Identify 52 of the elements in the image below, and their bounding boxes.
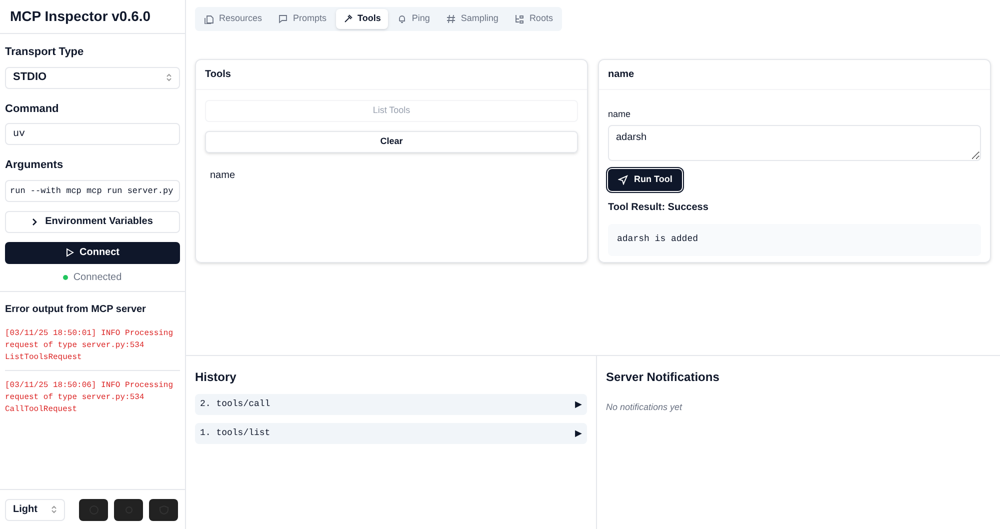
icon-button[interactable] — [114, 498, 143, 520]
connect-button[interactable]: Connect — [5, 242, 180, 264]
log-entry: [03/11/25 18:50:06] INFO Processing request of type server.py:534 CallToolRequest — [5, 380, 174, 416]
connection-status: Connected — [73, 270, 122, 284]
bell-icon — [396, 14, 407, 24]
transport-select[interactable]: STDIO — [5, 66, 180, 88]
field-label: Arguments — [5, 158, 64, 173]
tab[interactable]: Sampling — [438, 9, 506, 29]
field-label: name — [608, 108, 631, 121]
arguments-field[interactable]: run --with mcp mcp run server.py — [5, 180, 180, 202]
tab[interactable]: Tools — [336, 9, 388, 29]
updown-icon — [51, 505, 57, 514]
section-title: Error output from MCP server — [5, 302, 147, 316]
copy-icon — [204, 14, 214, 24]
tab[interactable]: Prompts — [271, 9, 334, 29]
environment-variables-button[interactable]: Environment Variables — [5, 210, 180, 232]
clear-button[interactable]: Clear — [205, 131, 578, 153]
name-field[interactable]: adarsh — [608, 124, 981, 160]
updown-icon — [166, 73, 172, 82]
app-title: MCP Inspector v0.6.0 — [10, 7, 151, 26]
hammer-icon — [342, 14, 353, 24]
tab[interactable]: Ping — [390, 9, 437, 29]
history-label: 1. tools/list — [200, 426, 270, 440]
expand-toggle[interactable]: ▶ — [575, 398, 582, 412]
play-icon — [66, 248, 74, 257]
empty-message: No notifications yet — [606, 402, 682, 412]
hash-icon — [446, 14, 456, 24]
message-icon — [278, 14, 288, 24]
expand-toggle[interactable]: ▶ — [575, 426, 582, 440]
history-label: 2. tools/call — [200, 398, 270, 411]
section-title: Server Notifications — [606, 369, 720, 386]
icon-button[interactable] — [79, 498, 108, 520]
tool-item[interactable]: name — [205, 162, 578, 189]
card-title: Tools — [205, 68, 231, 82]
tree-icon — [514, 14, 524, 24]
tab[interactable]: Resources — [197, 9, 270, 29]
field-label: Transport Type — [5, 45, 85, 60]
history-item[interactable]: 2. tools/call ▶ — [195, 394, 587, 415]
field-label: Command — [5, 102, 60, 116]
log-entry: [03/11/25 18:50:01] INFO Processing request of type server.py:534 ListToolsRequest — [5, 324, 180, 370]
history-item[interactable]: 1. tools/list ▶ — [195, 423, 587, 444]
icon-button[interactable] — [149, 498, 178, 520]
chevron-right-icon — [32, 218, 38, 226]
section-title: History — [195, 369, 238, 386]
result-title: Tool Result: Success — [608, 200, 708, 214]
command-field[interactable]: uv — [5, 123, 180, 145]
theme-select[interactable]: Light — [5, 498, 65, 520]
card-title: name — [608, 68, 634, 82]
tab[interactable]: Roots — [507, 9, 560, 29]
send-icon — [618, 174, 628, 184]
run-tool-button[interactable]: Run Tool — [608, 168, 682, 190]
result-text: adarsh is added — [617, 232, 698, 246]
